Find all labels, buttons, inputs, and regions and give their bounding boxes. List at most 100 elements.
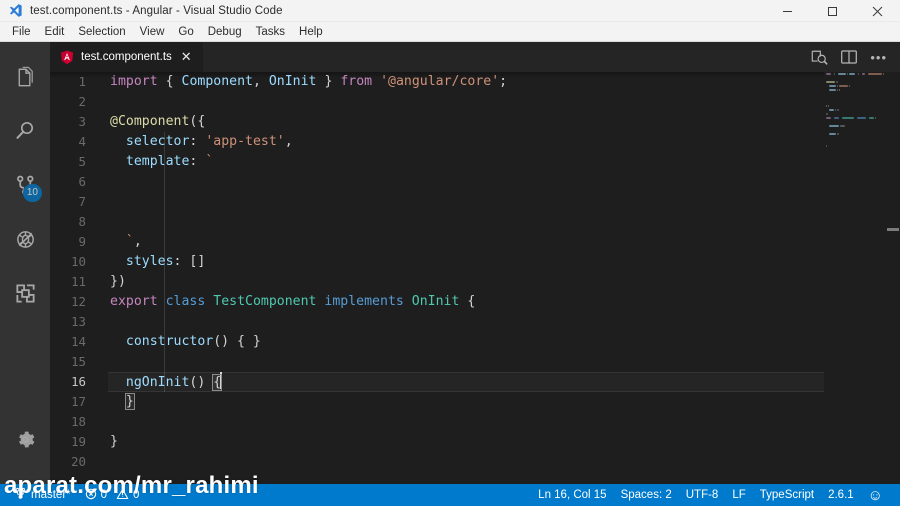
token: } [110,434,118,449]
line-number: 10 [71,254,86,269]
line-number: 4 [78,134,86,149]
minimize-button[interactable] [765,0,810,22]
line-number: 2 [78,94,86,109]
debug-icon [14,228,37,251]
code-line[interactable]: 9 `, [50,232,900,252]
gear-icon [15,429,36,450]
activitybar-item-search[interactable] [0,104,50,158]
code-line[interactable]: 19} [50,432,900,452]
menu-go[interactable]: Go [171,22,200,42]
status-feedback-smiley[interactable]: ☺ [861,484,890,506]
line-number: 15 [71,354,86,369]
token: , [284,134,293,149]
close-icon[interactable]: ✕ [179,50,194,65]
vscode-icon [0,3,30,18]
line-text: template: ` [100,152,213,172]
menu-tasks[interactable]: Tasks [249,22,292,42]
line-text: import { Component, OnInit } from '@angu… [100,72,507,92]
token: constructor [125,334,214,349]
maximize-button[interactable] [810,0,855,22]
menu-selection[interactable]: Selection [71,22,132,42]
code-line[interactable]: 11}) [50,272,900,292]
line-number: 3 [78,114,86,129]
token: styles [125,254,174,269]
token: implements [324,294,404,309]
line-text: @Component({ [100,112,205,132]
activitybar-item-extensions[interactable] [0,266,50,320]
status-language-mode[interactable]: TypeScript [753,484,821,506]
code-line[interactable]: 2 [50,92,900,112]
line-text: export class TestComponent implements On… [100,292,475,312]
window-controls [765,0,900,22]
menu-debug[interactable]: Debug [201,22,249,42]
code-line[interactable]: 6 [50,172,900,192]
window-title: test.component.ts - Angular - Visual Stu… [30,4,283,17]
menu-bar: File Edit Selection View Go Debug Tasks … [0,22,900,42]
token: : [189,154,206,169]
source-control-badge: 10 [22,184,42,202]
menu-file[interactable]: File [5,22,38,42]
menu-view[interactable]: View [133,22,172,42]
ellipsis-icon[interactable]: ••• [870,50,887,65]
code-line[interactable]: 1 import { Component, OnInit } from '@ang… [50,72,900,92]
code-line[interactable]: 8 [50,212,900,232]
status-indentation[interactable]: Spaces: 2 [614,484,679,506]
code-line[interactable]: 15 [50,352,900,372]
status-encoding[interactable]: UTF-8 [679,484,726,506]
code-line[interactable]: 10 styles: [] [50,252,900,272]
token: : [189,134,206,149]
line-text: selector: 'app-test', [100,132,293,152]
line-text: } [100,392,135,412]
token: ` [110,234,134,249]
status-eol[interactable]: LF [725,484,752,506]
code-line[interactable]: 7 [50,192,900,212]
code-line[interactable]: 5 template: ` [50,152,900,172]
status-ts-version[interactable]: 2.6.1 [821,484,861,506]
preview-icon[interactable] [810,49,828,66]
line-text: }) [100,272,126,292]
status-branch[interactable]: master* [7,484,78,506]
code-line[interactable]: 18 [50,412,900,432]
line-number: 12 [71,294,86,309]
code-lines[interactable]: 1 import { Component, OnInit } from '@ang… [50,72,900,484]
code-line[interactable]: 4 selector: 'app-test', [50,132,900,152]
code-line[interactable]: 17 } [50,392,900,412]
code-line[interactable]: 16 ngOnInit() { [50,371,900,392]
search-icon [13,119,37,143]
activitybar-item-manage[interactable] [0,412,50,466]
tab-label: test.component.ts [81,51,172,63]
token: }) [110,274,126,289]
token: , [252,74,269,89]
code-line[interactable]: 3 @Component({ [50,112,900,132]
code-editor[interactable]: 1 import { Component, OnInit } from '@ang… [50,72,900,484]
activitybar-item-source-control[interactable]: 10 [0,158,50,212]
split-editor-icon[interactable] [840,49,858,65]
activitybar-item-debug[interactable] [0,212,50,266]
line-number: 18 [71,414,86,429]
token: { [165,74,174,89]
code-line[interactable]: 13 [50,312,900,332]
close-button[interactable] [855,0,900,22]
status-cursor-position[interactable]: Ln 16, Col 15 [531,484,613,506]
status-errors-count: 0 [100,489,108,501]
activitybar-item-explorer[interactable] [0,50,50,104]
token: () { } [213,334,261,349]
tab-test-component-ts[interactable]: test.component.ts ✕ [50,42,203,72]
code-line[interactable]: 14 constructor() { } [50,332,900,352]
code-line[interactable]: 20 [50,452,900,472]
menu-help[interactable]: Help [292,22,330,42]
code-line[interactable]: 12 export class TestComponent implements … [50,292,900,312]
line-number: 11 [71,274,86,289]
token: ` [205,154,214,169]
menu-edit[interactable]: Edit [38,22,72,42]
title-bar: test.component.ts - Angular - Visual Stu… [0,0,900,22]
editor-scrollbar[interactable] [886,72,900,484]
token: import [110,74,158,89]
line-number: 8 [78,214,86,229]
status-problems[interactable]: 0 0 [78,484,147,506]
token: OnInit [411,294,460,309]
